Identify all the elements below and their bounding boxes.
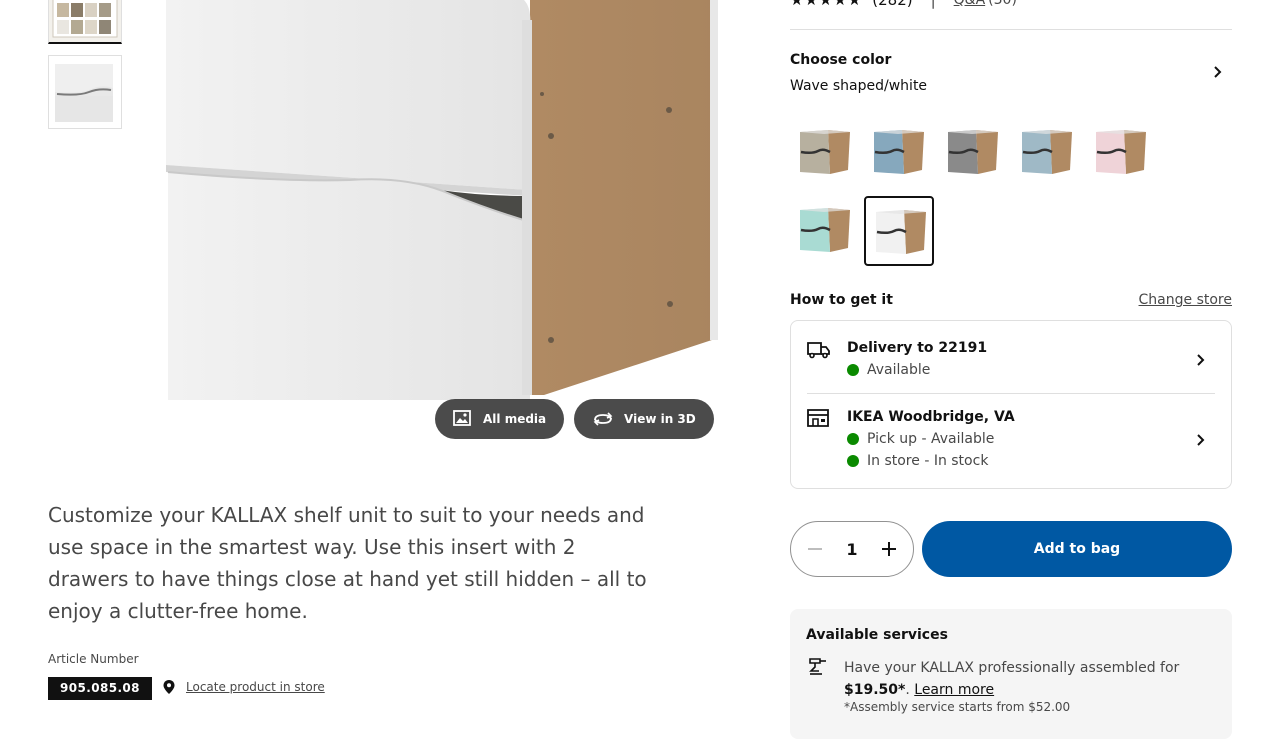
article-number-badge: 905.085.08 [48, 677, 152, 700]
locate-product[interactable]: Locate product in store [162, 679, 325, 695]
store-icon [807, 409, 829, 427]
chevron-right-icon[interactable] [1212, 64, 1224, 83]
shelf-thumbnail-image [49, 0, 121, 42]
services-text: Have your KALLAX professionally assemble… [844, 660, 1180, 698]
add-to-bag-label: Add to bag [1033, 541, 1121, 557]
services-text-main: Have your KALLAX professionally assemble… [844, 660, 1180, 676]
color-swatch[interactable] [1012, 118, 1082, 188]
product-description: Customize your KALLAX shelf unit to suit… [48, 503, 647, 623]
location-pin-icon [163, 680, 175, 694]
rotate-3d-icon [593, 412, 613, 426]
view-in-3d-button[interactable]: View in 3D [574, 399, 714, 439]
color-swatch[interactable] [864, 118, 934, 188]
services-title: Available services [806, 627, 948, 643]
store-title: IKEA Woodbridge, VA [847, 409, 1015, 425]
rating-stars: ★★★★★ [790, 0, 863, 9]
choose-color-title[interactable]: Choose color [790, 52, 891, 68]
color-swatch[interactable] [938, 118, 1008, 188]
available-dot [847, 433, 859, 445]
rating-separator: | [930, 0, 936, 9]
selected-color: Wave shaped/white [790, 78, 928, 94]
delivery-status-text: Available [867, 362, 931, 378]
pickup-status: Pick up - Available [847, 431, 994, 447]
plus-icon[interactable] [881, 541, 897, 557]
change-store-link[interactable]: Change store [1139, 292, 1232, 308]
qa-count: (30) [988, 0, 1017, 8]
divider [807, 393, 1215, 394]
all-media-label: All media [483, 412, 547, 426]
gallery-icon [453, 410, 471, 426]
color-swatch[interactable] [790, 118, 860, 188]
how-to-get-it-title: How to get it [790, 292, 893, 308]
services-note: *Assembly service starts from $52.00 [844, 700, 1071, 714]
minus-icon[interactable] [807, 541, 823, 557]
rating-count[interactable]: (282) [872, 0, 912, 9]
thumbnail-shelf[interactable] [48, 0, 122, 44]
delivery-truck-icon [807, 342, 830, 359]
all-media-button[interactable]: All media [435, 399, 565, 439]
store-option[interactable]: IKEA Woodbridge, VA Pick up - Available … [807, 408, 1215, 478]
pickup-status-text: Pick up - Available [867, 431, 995, 447]
assembly-price: $19.50* [844, 682, 906, 698]
thumbnail-drawer[interactable] [48, 55, 122, 129]
delivery-status: Available [847, 362, 930, 378]
instore-status-text: In store - In stock [867, 453, 989, 469]
availability-box: Delivery to 22191 Available IKEA Woodbri… [790, 320, 1232, 489]
delivery-option[interactable]: Delivery to 22191 Available [807, 339, 1215, 389]
qa-link[interactable]: Q&A [954, 0, 986, 8]
learn-more-link[interactable]: Learn more [914, 682, 994, 698]
instore-status: In store - In stock [847, 453, 988, 469]
chevron-right-icon [1197, 354, 1205, 366]
article-number-label: Article Number [48, 652, 139, 666]
quantity-stepper[interactable]: 1 [790, 521, 914, 577]
color-swatch[interactable] [790, 196, 860, 266]
drawer-thumbnail-image [55, 64, 113, 122]
view-in-3d-label: View in 3D [624, 412, 696, 426]
product-main-image [150, 0, 740, 400]
rating-row: ★★★★★ (282) | Q&A (30) [790, 0, 1017, 9]
add-to-bag-button[interactable]: Add to bag [922, 521, 1232, 577]
color-swatch[interactable] [1086, 118, 1156, 188]
assembly-tool-icon [809, 658, 826, 675]
color-swatch[interactable] [864, 196, 934, 266]
available-dot [847, 364, 859, 376]
delivery-title: Delivery to 22191 [847, 340, 988, 356]
divider [790, 29, 1232, 30]
locate-product-link[interactable]: Locate product in store [186, 680, 325, 694]
chevron-right-icon [1197, 434, 1205, 446]
available-dot [847, 455, 859, 467]
quantity-value[interactable]: 1 [846, 540, 857, 559]
